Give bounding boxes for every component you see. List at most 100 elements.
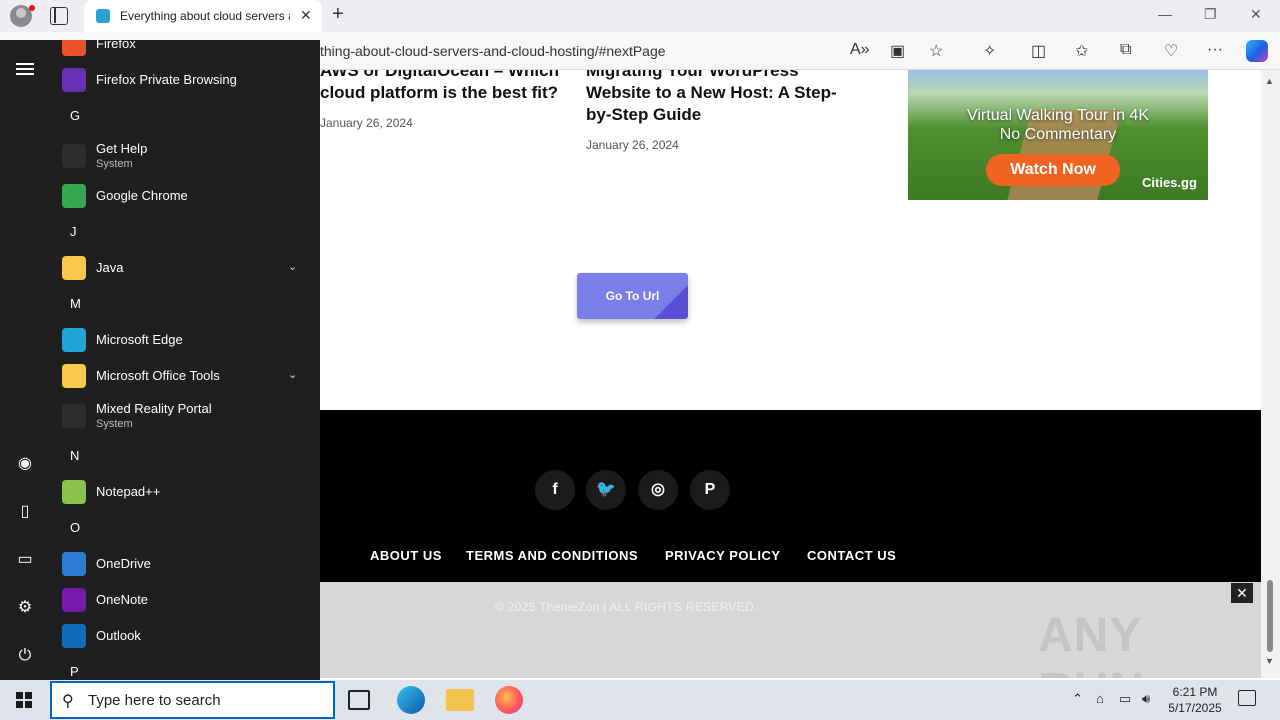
- post-title-line: cloud platform is the best fit?: [320, 83, 559, 102]
- app-item-firefox-private-browsing[interactable]: Firefox Private Browsing: [62, 64, 312, 96]
- chevron-down-icon[interactable]: ⌄: [288, 368, 297, 381]
- app-subtitle: System: [96, 158, 133, 170]
- pinterest-icon[interactable]: P: [690, 470, 730, 510]
- instagram-icon[interactable]: ◎: [638, 470, 678, 510]
- app-item-get-help[interactable]: Get Help System: [62, 140, 312, 172]
- volume-icon[interactable]: 🔊︎: [1142, 691, 1150, 707]
- site-favicon-icon: [96, 9, 110, 23]
- settings-more-icon[interactable]: ···: [1207, 41, 1223, 59]
- search-input[interactable]: [88, 689, 328, 711]
- tray-device-icon[interactable]: ⌂: [1096, 691, 1104, 706]
- page-scrollbar[interactable]: ▲ ▼: [1261, 70, 1280, 678]
- windows-start-icon[interactable]: [16, 692, 32, 708]
- taskbar-clock[interactable]: 6:21 PM 5/17/2025: [1160, 684, 1230, 716]
- app-name: Firefox Private Browsing: [96, 72, 237, 87]
- anyrun-watermark: ANY RUN: [1038, 609, 1144, 678]
- footer-link-privacy[interactable]: PRIVACY POLICY: [665, 548, 781, 563]
- section-letter[interactable]: N: [70, 448, 79, 463]
- close-ad-icon[interactable]: ✕: [1231, 583, 1253, 603]
- restore-icon[interactable]: ❐: [1204, 6, 1217, 23]
- tray-overflow-icon[interactable]: ⌃: [1072, 691, 1083, 707]
- section-letter[interactable]: M: [70, 296, 81, 311]
- twitter-icon[interactable]: 🐦: [586, 470, 626, 510]
- copilot-icon[interactable]: [1246, 40, 1268, 62]
- tab-close-icon[interactable]: ✕: [300, 7, 312, 24]
- network-icon[interactable]: ▭: [1119, 691, 1131, 707]
- tab-actions-icon[interactable]: [50, 7, 68, 25]
- app-item-notepad[interactable]: Notepad++: [62, 476, 312, 508]
- browser-tab-bar: Everything about cloud servers a ✕ + — ❐…: [0, 0, 1280, 32]
- section-letter[interactable]: O: [70, 520, 80, 535]
- web-page: AWS or DigitalOcean – Which cloud platfo…: [320, 70, 1261, 678]
- notifications-icon[interactable]: [1238, 690, 1256, 706]
- file-explorer-icon[interactable]: [446, 689, 474, 711]
- ad-watch-now-button[interactable]: Watch Now: [986, 154, 1120, 186]
- firefox-private-browsing-icon: [62, 68, 86, 92]
- post-date: January 26, 2024: [320, 116, 413, 130]
- minimize-icon[interactable]: —: [1158, 6, 1172, 22]
- footer-link-contact[interactable]: CONTACT US: [807, 548, 896, 563]
- post-title-line: AWS or DigitalOcean – Which: [320, 70, 559, 80]
- facebook-icon[interactable]: f: [535, 470, 575, 510]
- pictures-icon[interactable]: ▭: [15, 550, 35, 570]
- split-screen-icon[interactable]: ◫: [1031, 41, 1046, 61]
- task-view-icon[interactable]: [348, 690, 370, 710]
- chevron-down-icon[interactable]: ⌄: [288, 260, 297, 273]
- java-icon: [62, 256, 86, 280]
- address-bar[interactable]: thing-about-cloud-servers-and-cloud-host…: [320, 43, 666, 59]
- menu-hamburger-icon[interactable]: [16, 63, 34, 75]
- read-aloud-icon[interactable]: A»: [850, 41, 870, 59]
- post-title-migrating[interactable]: Migrating Your WordPress Website to a Ne…: [586, 70, 837, 126]
- app-item-firefox[interactable]: Firefox: [62, 40, 312, 60]
- favorite-star-icon[interactable]: ☆: [929, 41, 943, 61]
- app-item-google-chrome[interactable]: Google Chrome: [62, 180, 312, 212]
- app-name: OneDrive: [96, 556, 151, 571]
- firefox-taskbar-icon[interactable]: [495, 686, 523, 714]
- post-title-aws[interactable]: AWS or DigitalOcean – Which cloud platfo…: [320, 70, 559, 104]
- new-tab-icon[interactable]: +: [332, 3, 344, 26]
- scroll-up-icon[interactable]: ▲: [1265, 76, 1274, 86]
- copyright-text: © 2025 ThemeZon | ALL RIGHTS RESERVED.: [495, 600, 758, 614]
- section-letter[interactable]: J: [70, 224, 77, 239]
- taskbar: ⚲ ⌃ ⌂ ▭ 🔊︎ 6:21 PM 5/17/2025: [0, 680, 1280, 720]
- start-menu-rail: ◉ ▯ ▭ ⚙ ⏻: [0, 40, 50, 680]
- browser-tab-active[interactable]: Everything about cloud servers a ✕: [84, 0, 322, 32]
- onenote-icon: [62, 588, 86, 612]
- ad-headline-line: No Commentary: [999, 126, 1117, 143]
- documents-icon[interactable]: ▯: [15, 502, 35, 522]
- footer-link-terms[interactable]: TERMS AND CONDITIONS: [466, 548, 638, 563]
- ad-headline: Virtual Walking Tour in 4K No Commentary: [908, 106, 1208, 144]
- post-title-line: Migrating Your WordPress: [586, 70, 799, 80]
- app-item-microsoft-office-tools[interactable]: Microsoft Office Tools ⌄: [62, 360, 312, 392]
- app-name: Mixed Reality Portal: [96, 401, 212, 416]
- window-close-icon[interactable]: ✕: [1250, 6, 1262, 23]
- app-item-outlook[interactable]: Outlook: [62, 620, 312, 652]
- user-account-icon[interactable]: ◉: [15, 454, 35, 474]
- section-letter[interactable]: P: [70, 664, 79, 679]
- section-letter[interactable]: G: [70, 108, 80, 123]
- browser-essentials-icon[interactable]: ♡: [1164, 41, 1178, 61]
- collections-icon[interactable]: ⧉: [1120, 41, 1131, 59]
- footer-link-about[interactable]: ABOUT US: [370, 548, 442, 563]
- app-item-microsoft-edge[interactable]: Microsoft Edge: [62, 324, 312, 356]
- taskbar-search-box[interactable]: ⚲: [50, 681, 335, 719]
- notepad-icon: [62, 480, 86, 504]
- extensions-icon[interactable]: ✧: [983, 41, 996, 61]
- app-name: Microsoft Edge: [96, 332, 183, 347]
- app-item-java[interactable]: Java ⌄: [62, 252, 312, 284]
- app-item-onedrive[interactable]: OneDrive: [62, 548, 312, 580]
- video-advertisement[interactable]: Virtual Walking Tour in 4K No Commentary…: [908, 70, 1208, 200]
- edge-taskbar-icon[interactable]: [397, 686, 425, 714]
- scroll-thumb[interactable]: [1267, 580, 1273, 652]
- settings-gear-icon[interactable]: ⚙: [15, 598, 35, 618]
- app-item-mixed-reality-portal[interactable]: Mixed Reality Portal System: [62, 400, 312, 432]
- power-icon[interactable]: ⏻: [15, 646, 35, 666]
- get-help-icon: [62, 144, 86, 168]
- go-to-url-button[interactable]: Go To Url: [577, 273, 688, 319]
- app-name: Notepad++: [96, 484, 161, 499]
- favorites-icon[interactable]: ✩: [1075, 41, 1088, 61]
- app-name: Microsoft Office Tools: [96, 368, 220, 383]
- scroll-down-icon[interactable]: ▼: [1265, 656, 1274, 666]
- app-item-onenote[interactable]: OneNote: [62, 584, 312, 616]
- immersive-reader-icon[interactable]: ▣: [890, 41, 905, 61]
